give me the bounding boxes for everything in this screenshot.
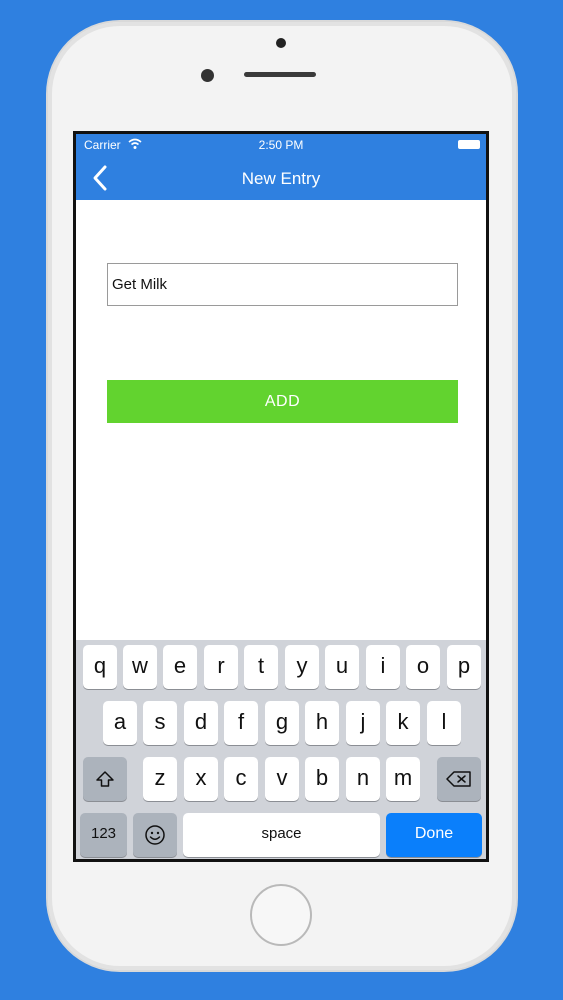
key-x[interactable]: x xyxy=(184,757,218,801)
backspace-key[interactable] xyxy=(437,757,481,801)
status-time: 2:50 PM xyxy=(258,138,304,152)
key-b[interactable]: b xyxy=(305,757,339,801)
proximity-sensor xyxy=(201,69,214,82)
earpiece-speaker xyxy=(244,72,316,77)
emoji-key[interactable] xyxy=(133,813,177,857)
key-z[interactable]: z xyxy=(143,757,177,801)
key-m[interactable]: m xyxy=(386,757,420,801)
shift-key[interactable] xyxy=(83,757,127,801)
key-h[interactable]: h xyxy=(305,701,339,745)
key-o[interactable]: o xyxy=(406,645,440,689)
key-j[interactable]: j xyxy=(346,701,380,745)
page-title: New Entry xyxy=(241,169,321,188)
entry-text-field[interactable] xyxy=(107,263,458,306)
shift-icon xyxy=(96,771,114,787)
key-t[interactable]: t xyxy=(244,645,278,689)
backspace-icon xyxy=(446,771,471,787)
navigation-bar: New Entry xyxy=(76,156,486,200)
key-s[interactable]: s xyxy=(143,701,177,745)
key-w[interactable]: w xyxy=(123,645,157,689)
key-c[interactable]: c xyxy=(224,757,258,801)
front-camera xyxy=(276,38,286,48)
key-l[interactable]: l xyxy=(427,701,461,745)
status-bar: Carrier 2:50 PM xyxy=(76,134,486,156)
home-button[interactable] xyxy=(250,884,312,946)
key-r[interactable]: r xyxy=(204,645,238,689)
done-key[interactable]: Done xyxy=(386,813,482,857)
emoji-icon xyxy=(145,825,165,845)
entry-form: ADD xyxy=(76,200,486,640)
key-y[interactable]: y xyxy=(285,645,319,689)
key-e[interactable]: e xyxy=(163,645,197,689)
key-n[interactable]: n xyxy=(346,757,380,801)
key-a[interactable]: a xyxy=(103,701,137,745)
numbers-key[interactable]: 123 xyxy=(80,813,127,857)
key-v[interactable]: v xyxy=(265,757,299,801)
key-q[interactable]: q xyxy=(83,645,117,689)
screen: Carrier 2:50 PM New Entry ADD q w e r t … xyxy=(73,131,489,862)
space-key[interactable]: space xyxy=(183,813,380,857)
key-g[interactable]: g xyxy=(265,701,299,745)
key-p[interactable]: p xyxy=(447,645,481,689)
add-button[interactable]: ADD xyxy=(107,380,458,423)
key-f[interactable]: f xyxy=(224,701,258,745)
key-u[interactable]: u xyxy=(325,645,359,689)
battery-icon xyxy=(458,140,480,149)
key-d[interactable]: d xyxy=(184,701,218,745)
keyboard: q w e r t y u i o p a s d f g h j k l z … xyxy=(76,640,486,859)
key-k[interactable]: k xyxy=(386,701,420,745)
key-i[interactable]: i xyxy=(366,645,400,689)
